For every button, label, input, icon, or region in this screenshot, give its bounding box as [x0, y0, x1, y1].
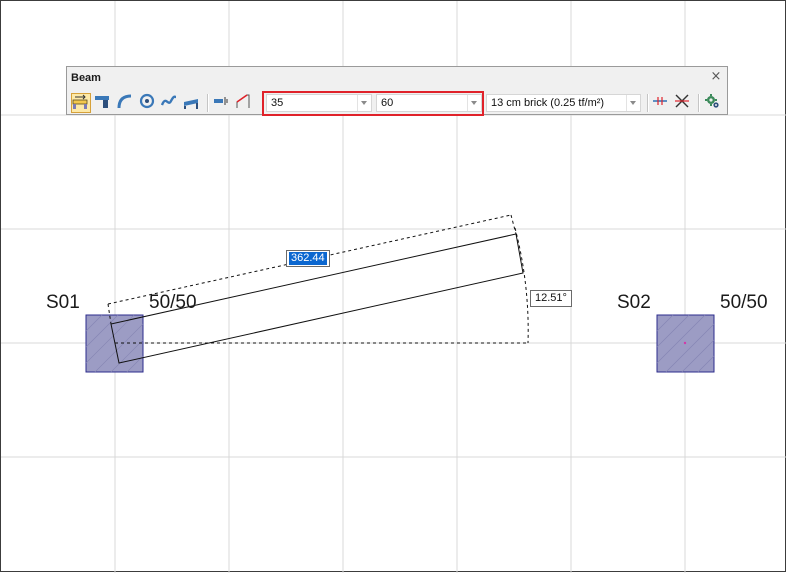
close-icon[interactable]: ×: [710, 70, 722, 84]
inclined-beam-button[interactable]: [183, 93, 203, 113]
column-label-s01: S01: [46, 292, 80, 313]
inclined-beam-icon: [184, 99, 198, 109]
straight-beam-icon: [72, 94, 88, 109]
spline-beam-icon: [161, 95, 177, 106]
intersect-beams-icon: [675, 94, 689, 108]
sloped-beam-icon: [236, 94, 250, 108]
split-beam-icon: [653, 97, 667, 105]
column-size-s01: 50/50: [149, 292, 197, 313]
arc-beam-button[interactable]: [117, 93, 137, 113]
wall-load-combo[interactable]: 13 cm brick (0.25 tf/m²): [486, 94, 641, 112]
circular-beam-icon: [139, 93, 155, 109]
beam-settings-icon: [705, 94, 719, 108]
beam-offset-icon: [214, 97, 228, 105]
cantilever-beam-button[interactable]: [94, 93, 114, 113]
beam-toolbar[interactable]: Beam × 35 60 13 cm brick (0.25 tf/m²): [66, 66, 728, 116]
column-s02-center: [683, 341, 687, 345]
chevron-down-icon[interactable]: [357, 95, 371, 111]
toolbar-separator: [647, 94, 649, 112]
beam-height-combo[interactable]: 60: [376, 94, 482, 112]
chevron-down-icon[interactable]: [467, 95, 481, 111]
drawing-canvas[interactable]: S01 50/50 S02 50/50 362.44 12.51° Beam ×: [0, 0, 786, 573]
beam-offset-button[interactable]: [213, 93, 233, 113]
column-label-s02: S02: [617, 292, 651, 313]
beam-width-combo[interactable]: 35: [266, 94, 372, 112]
beam-width-value: 35: [271, 97, 284, 109]
toolbar-separator: [698, 94, 700, 112]
spline-beam-button[interactable]: [161, 93, 181, 113]
beam-length-value: 362.44: [289, 252, 327, 265]
arc-beam-icon: [117, 94, 132, 109]
toolbar-title: Beam: [71, 72, 101, 84]
beam-angle-readout: 12.51°: [530, 290, 572, 307]
beam-height-value: 60: [381, 97, 394, 109]
straight-beam-button[interactable]: [71, 93, 91, 113]
column-size-s02: 50/50: [720, 292, 768, 313]
wall-load-value: 13 cm brick (0.25 tf/m²): [491, 97, 605, 109]
beam-settings-button[interactable]: [704, 93, 724, 113]
toolbar-separator: [207, 94, 209, 112]
sloped-beam-button[interactable]: [235, 93, 255, 113]
angle-arc: [514, 227, 529, 344]
beam-length-input[interactable]: 362.44: [286, 250, 330, 267]
cantilever-beam-icon: [95, 96, 109, 108]
intersect-beams-button[interactable]: [674, 93, 694, 113]
chevron-down-icon[interactable]: [626, 95, 640, 111]
circular-beam-button[interactable]: [139, 93, 159, 113]
split-beam-button[interactable]: [652, 93, 672, 113]
